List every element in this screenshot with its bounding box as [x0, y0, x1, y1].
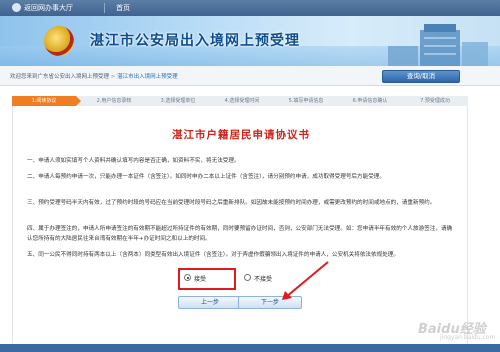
annotation-arrow [282, 261, 329, 300]
page: 返回网办事大厅 首页 湛江市公安局出入境网上预受理 欢迎您来到广东省公安出入境网… [0, 0, 500, 352]
footer-bar [0, 344, 500, 352]
watermark-sub: jingyan.baidu.com [440, 334, 496, 341]
